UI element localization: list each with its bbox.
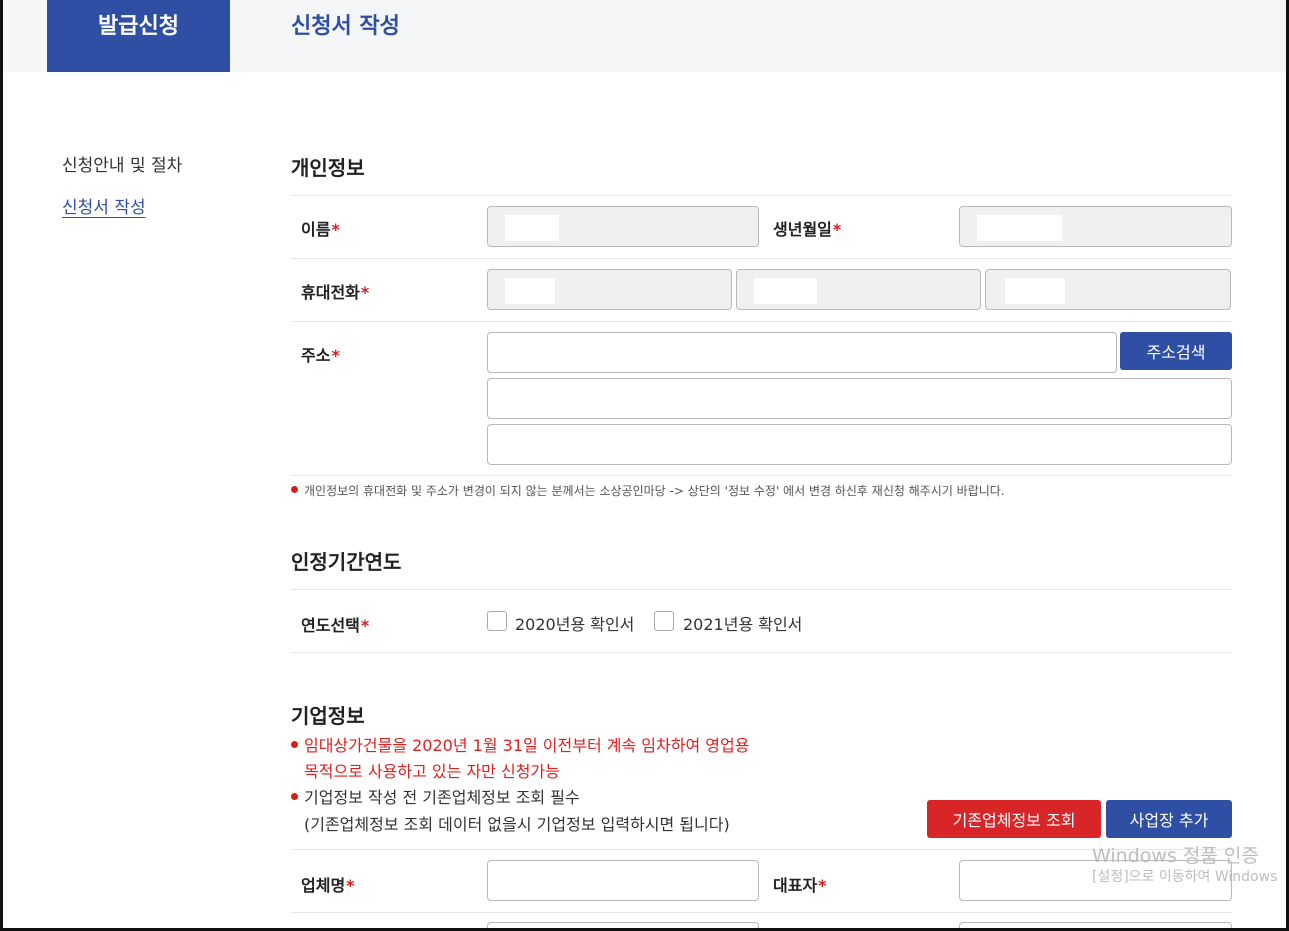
add-workplace-button[interactable]: 사업장 추가 [1106, 800, 1232, 838]
zipcode-field[interactable] [487, 332, 1117, 373]
company-name-field[interactable] [487, 860, 759, 901]
redacted-value [977, 215, 1062, 241]
section-title-period: 인정기간연도 [291, 550, 402, 574]
checkbox-2021[interactable] [654, 611, 674, 631]
company-notice-red-line1: 임대상가건물을 2020년 1월 31일 이전부터 계속 임차하여 영업용 [304, 736, 750, 755]
company-name-label: 업체명* [301, 872, 355, 896]
page-title: 신청서 작성 [291, 14, 400, 39]
company-notice-red-line2: 목적으로 사용하고 있는 자만 신청가능 [304, 762, 560, 781]
company-notice-red: 임대상가건물을 2020년 1월 31일 이전부터 계속 임차하여 영업용 [291, 732, 749, 756]
divider [291, 475, 1232, 476]
name-label-text: 이름 [301, 220, 331, 239]
sidebar-item-application-form[interactable]: 신청서 작성 [62, 193, 146, 218]
phone-field-3[interactable] [985, 269, 1231, 310]
personal-notice: 개인정보의 휴대전화 및 주소가 변경이 되지 않는 분께서는 소상공인마당 -… [291, 482, 1005, 499]
sidebar-item-guide[interactable]: 신청안내 및 절차 [62, 151, 182, 176]
company-notice: 기업정보 작성 전 기존업체정보 조회 필수 [291, 784, 580, 808]
divider [291, 849, 1232, 850]
bullet-icon [291, 486, 298, 493]
address-field[interactable] [487, 378, 1232, 419]
birth-label-text: 생년월일 [773, 220, 832, 239]
name-label: 이름* [301, 216, 340, 240]
section-title-company: 기업정보 [291, 704, 365, 728]
redacted-value [1005, 278, 1065, 304]
divider [291, 195, 1232, 196]
checkbox-2020[interactable] [487, 611, 507, 631]
birth-label: 생년월일* [773, 216, 841, 240]
divider [291, 652, 1232, 653]
redacted-value [505, 278, 555, 304]
redacted-value [754, 278, 817, 304]
company-notice-line1: 기업정보 작성 전 기존업체정보 조회 필수 [304, 788, 580, 807]
windows-activation-watermark: Windows 정품 인증 [1092, 845, 1259, 867]
phone-label-text: 휴대전화 [301, 283, 360, 302]
divider [291, 912, 1232, 913]
divider [291, 258, 1232, 259]
required-mark: * [360, 283, 370, 302]
address-search-button[interactable]: 주소검색 [1120, 332, 1232, 370]
address-detail-field[interactable] [487, 424, 1232, 465]
required-mark: * [818, 876, 827, 895]
divider [291, 589, 1232, 590]
window-frame [0, 0, 1289, 931]
year-label-text: 연도선택 [301, 616, 360, 635]
phone-label: 휴대전화* [301, 279, 369, 303]
required-mark: * [346, 876, 355, 895]
section-title-personal: 개인정보 [291, 156, 365, 180]
name-field[interactable] [487, 206, 759, 247]
company-lookup-button[interactable]: 기존업체정보 조회 [927, 800, 1101, 838]
required-mark: * [832, 220, 842, 239]
required-mark: * [360, 616, 370, 635]
tab-issue-request[interactable]: 발급신청 [47, 0, 230, 72]
phone-field-2[interactable] [736, 269, 981, 310]
phone-field-1[interactable] [487, 269, 732, 310]
company-notice-line2: (기존업체정보 조회 데이터 없을시 기업정보 입력하시면 됩니다) [304, 815, 730, 834]
address-label-text: 주소 [301, 346, 331, 365]
redacted-value [505, 215, 559, 241]
required-mark: * [331, 220, 340, 239]
divider [291, 321, 1232, 322]
birth-field[interactable] [959, 206, 1232, 247]
windows-activation-hint: [설정]으로 이동하여 Windows [1092, 869, 1278, 885]
checkbox-2021-label[interactable]: 2021년용 확인서 [683, 611, 802, 635]
next-row-field-left[interactable] [487, 922, 759, 931]
company-name-label-text: 업체명 [301, 876, 346, 895]
bullet-icon [291, 741, 298, 748]
checkbox-2020-label[interactable]: 2020년용 확인서 [515, 611, 634, 635]
year-label: 연도선택* [301, 612, 369, 636]
personal-notice-text: 개인정보의 휴대전화 및 주소가 변경이 되지 않는 분께서는 소상공인마당 -… [304, 484, 1005, 498]
ceo-label-text: 대표자 [773, 876, 818, 895]
bullet-icon [291, 793, 298, 800]
tab-issue-request-label: 발급신청 [98, 14, 179, 39]
required-mark: * [331, 346, 340, 365]
address-label: 주소* [301, 342, 340, 366]
next-row-field-right[interactable] [959, 922, 1232, 931]
ceo-label: 대표자* [773, 872, 827, 896]
